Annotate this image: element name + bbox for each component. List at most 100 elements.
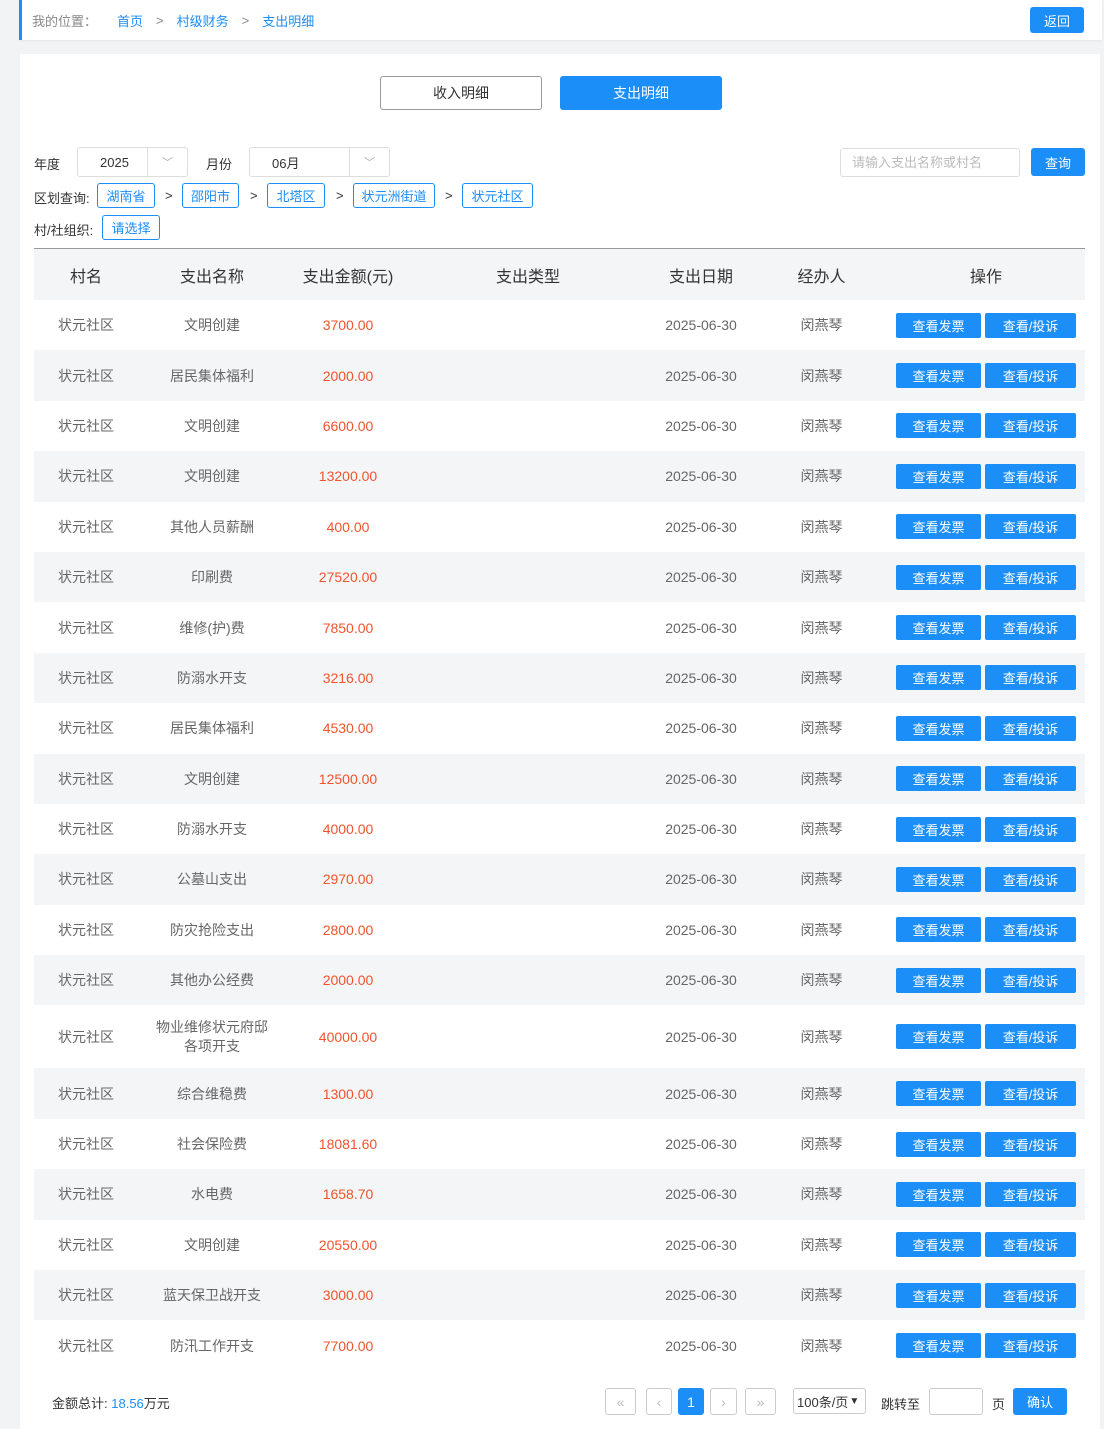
view-invoice-button[interactable]: 查看发票 xyxy=(896,514,981,540)
cell-amount: 20550.00 xyxy=(318,1236,378,1253)
view-complain-button[interactable]: 查看/投诉 xyxy=(985,413,1076,439)
tab-income-detail[interactable]: 收入明细 xyxy=(380,76,542,110)
view-invoice-button[interactable]: 查看发票 xyxy=(896,312,981,338)
confirm-jump-button[interactable]: 确认 xyxy=(1013,1388,1067,1415)
cell-expense-name: 其他办公经费 xyxy=(170,972,254,989)
region-chip-district[interactable]: 北塔区 xyxy=(267,183,325,208)
view-complain-button[interactable]: 查看/投诉 xyxy=(985,1232,1076,1258)
view-invoice-button[interactable]: 查看发票 xyxy=(896,1232,981,1258)
view-complain-button[interactable]: 查看/投诉 xyxy=(985,766,1076,792)
view-complain-button[interactable]: 查看/投诉 xyxy=(985,917,1076,943)
view-complain-button[interactable]: 查看/投诉 xyxy=(985,665,1076,691)
table-row: 状元社区 防溺水开支 3216.00 2025-06-30 闵燕琴 查看发票 查看/投诉 xyxy=(34,652,1085,704)
cell-amount: 7850.00 xyxy=(322,619,374,636)
view-complain-button[interactable]: 查看/投诉 xyxy=(985,1181,1076,1207)
view-complain-button[interactable]: 查看/投诉 xyxy=(985,312,1076,338)
view-complain-button[interactable]: 查看/投诉 xyxy=(985,967,1076,993)
page-size-select[interactable]: 100条/页 ▼ xyxy=(793,1388,866,1414)
cell-actions: 查看发票 查看/投诉 xyxy=(887,917,1085,943)
jump-page-input[interactable] xyxy=(929,1388,983,1415)
cell-amount: 1300.00 xyxy=(322,1085,374,1102)
view-invoice-button[interactable]: 查看发票 xyxy=(896,363,981,389)
table-row: 状元社区 综合维稳费 1300.00 2025-06-30 闵燕琴 查看发票 查看/投诉 xyxy=(34,1068,1085,1119)
view-complain-button[interactable]: 查看/投诉 xyxy=(985,514,1076,540)
table-row: 状元社区 其他人员薪酬 400.00 2025-06-30 闵燕琴 查看发票 查看/投诉 xyxy=(34,501,1085,552)
cell-amount: 40000.00 xyxy=(318,1028,378,1045)
breadcrumb-current[interactable]: 支出明细 xyxy=(262,11,314,30)
page-unit-label: 页 xyxy=(992,1397,1006,1412)
view-invoice-button[interactable]: 查看发票 xyxy=(896,866,981,892)
search-input[interactable] xyxy=(840,148,1020,177)
cell-actions: 查看发票 查看/投诉 xyxy=(887,665,1085,691)
cell-village: 状元社区 xyxy=(58,1186,114,1203)
cell-date: 2025-06-30 xyxy=(665,417,737,434)
region-separator: > xyxy=(445,188,453,203)
table-row: 状元社区 防灾抢险支出 2800.00 2025-06-30 闵燕琴 查看发票 查看/投诉 xyxy=(34,904,1085,956)
view-invoice-button[interactable]: 查看发票 xyxy=(896,665,981,691)
view-complain-button[interactable]: 查看/投诉 xyxy=(985,1081,1076,1107)
view-invoice-button[interactable]: 查看发票 xyxy=(896,615,981,641)
cell-date: 2025-06-30 xyxy=(665,669,737,686)
view-invoice-button[interactable]: 查看发票 xyxy=(896,715,981,741)
region-chip-province[interactable]: 湖南省 xyxy=(97,183,155,208)
cell-actions: 查看发票 查看/投诉 xyxy=(887,1181,1085,1207)
region-separator: > xyxy=(336,188,344,203)
cell-village: 状元社区 xyxy=(58,821,114,838)
view-invoice-button[interactable]: 查看发票 xyxy=(896,1282,981,1308)
view-invoice-button[interactable]: 查看发票 xyxy=(896,1181,981,1207)
view-invoice-button[interactable]: 查看发票 xyxy=(896,766,981,792)
breadcrumb-separator: > xyxy=(241,12,250,28)
tab-expense-detail[interactable]: 支出明细 xyxy=(560,76,722,110)
view-invoice-button[interactable]: 查看发票 xyxy=(896,967,981,993)
view-invoice-button[interactable]: 查看发票 xyxy=(896,917,981,943)
cell-village: 状元社区 xyxy=(58,720,114,737)
view-complain-button[interactable]: 查看/投诉 xyxy=(985,564,1076,590)
year-select[interactable]: 2025 ﹀ xyxy=(77,147,188,177)
view-complain-button[interactable]: 查看/投诉 xyxy=(985,1024,1076,1050)
month-value: 06月 xyxy=(272,155,300,171)
back-button[interactable]: 返回 xyxy=(1030,7,1084,33)
main-panel: 收入明细 支出明细 年度 2025 ﹀ 月份 06月 ﹀ 查询 区划查询: 湖南… xyxy=(20,54,1100,1429)
view-complain-button[interactable]: 查看/投诉 xyxy=(985,363,1076,389)
table-row: 状元社区 居民集体福利 4530.00 2025-06-30 闵燕琴 查看发票 查看/投诉 xyxy=(34,703,1085,754)
view-invoice-button[interactable]: 查看发票 xyxy=(896,463,981,489)
org-select-button[interactable]: 请选择 xyxy=(102,215,160,240)
cell-handler: 闵燕琴 xyxy=(800,1136,843,1153)
view-complain-button[interactable]: 查看/投诉 xyxy=(985,1333,1076,1359)
view-invoice-button[interactable]: 查看发票 xyxy=(896,1333,981,1359)
cell-handler: 闵燕琴 xyxy=(800,468,843,485)
view-complain-button[interactable]: 查看/投诉 xyxy=(985,463,1076,489)
cell-expense-name: 文明创建 xyxy=(184,417,240,434)
table-row: 状元社区 蓝天保卫战开支 3000.00 2025-06-30 闵燕琴 查看发票 查看/投诉 xyxy=(34,1270,1085,1321)
cell-expense-name: 其他人员薪酬 xyxy=(170,518,254,535)
breadcrumb-home-link[interactable]: 首页 xyxy=(117,11,143,30)
view-invoice-button[interactable]: 查看发票 xyxy=(896,1131,981,1157)
view-complain-button[interactable]: 查看/投诉 xyxy=(985,615,1076,641)
view-invoice-button[interactable]: 查看发票 xyxy=(896,816,981,842)
page-number-button[interactable]: 1 xyxy=(678,1388,704,1415)
region-chip-street[interactable]: 状元洲街道 xyxy=(353,183,435,208)
region-chip-city[interactable]: 邵阳市 xyxy=(182,183,239,208)
view-complain-button[interactable]: 查看/投诉 xyxy=(985,1282,1076,1308)
cell-expense-name: 水电费 xyxy=(191,1186,233,1203)
view-invoice-button[interactable]: 查看发票 xyxy=(896,1081,981,1107)
cell-amount: 2000.00 xyxy=(322,367,374,384)
next-page-button[interactable]: › xyxy=(710,1388,737,1415)
month-select[interactable]: 06月 ﹀ xyxy=(249,147,390,177)
view-complain-button[interactable]: 查看/投诉 xyxy=(985,1131,1076,1157)
prev-page-button[interactable]: ‹ xyxy=(646,1388,672,1415)
last-page-button[interactable]: » xyxy=(745,1388,776,1415)
total-amount: 金额总计: 18.56万元 xyxy=(52,1393,170,1412)
view-invoice-button[interactable]: 查看发票 xyxy=(896,564,981,590)
view-complain-button[interactable]: 查看/投诉 xyxy=(985,816,1076,842)
first-page-button[interactable]: « xyxy=(605,1388,636,1415)
query-button[interactable]: 查询 xyxy=(1031,148,1085,176)
region-chip-community[interactable]: 状元社区 xyxy=(462,183,533,208)
view-complain-button[interactable]: 查看/投诉 xyxy=(985,715,1076,741)
view-complain-button[interactable]: 查看/投诉 xyxy=(985,866,1076,892)
cell-actions: 查看发票 查看/投诉 xyxy=(887,866,1085,892)
cell-date: 2025-06-30 xyxy=(665,720,737,737)
view-invoice-button[interactable]: 查看发票 xyxy=(896,1024,981,1050)
breadcrumb-section-link[interactable]: 村级财务 xyxy=(177,11,229,30)
view-invoice-button[interactable]: 查看发票 xyxy=(896,413,981,439)
